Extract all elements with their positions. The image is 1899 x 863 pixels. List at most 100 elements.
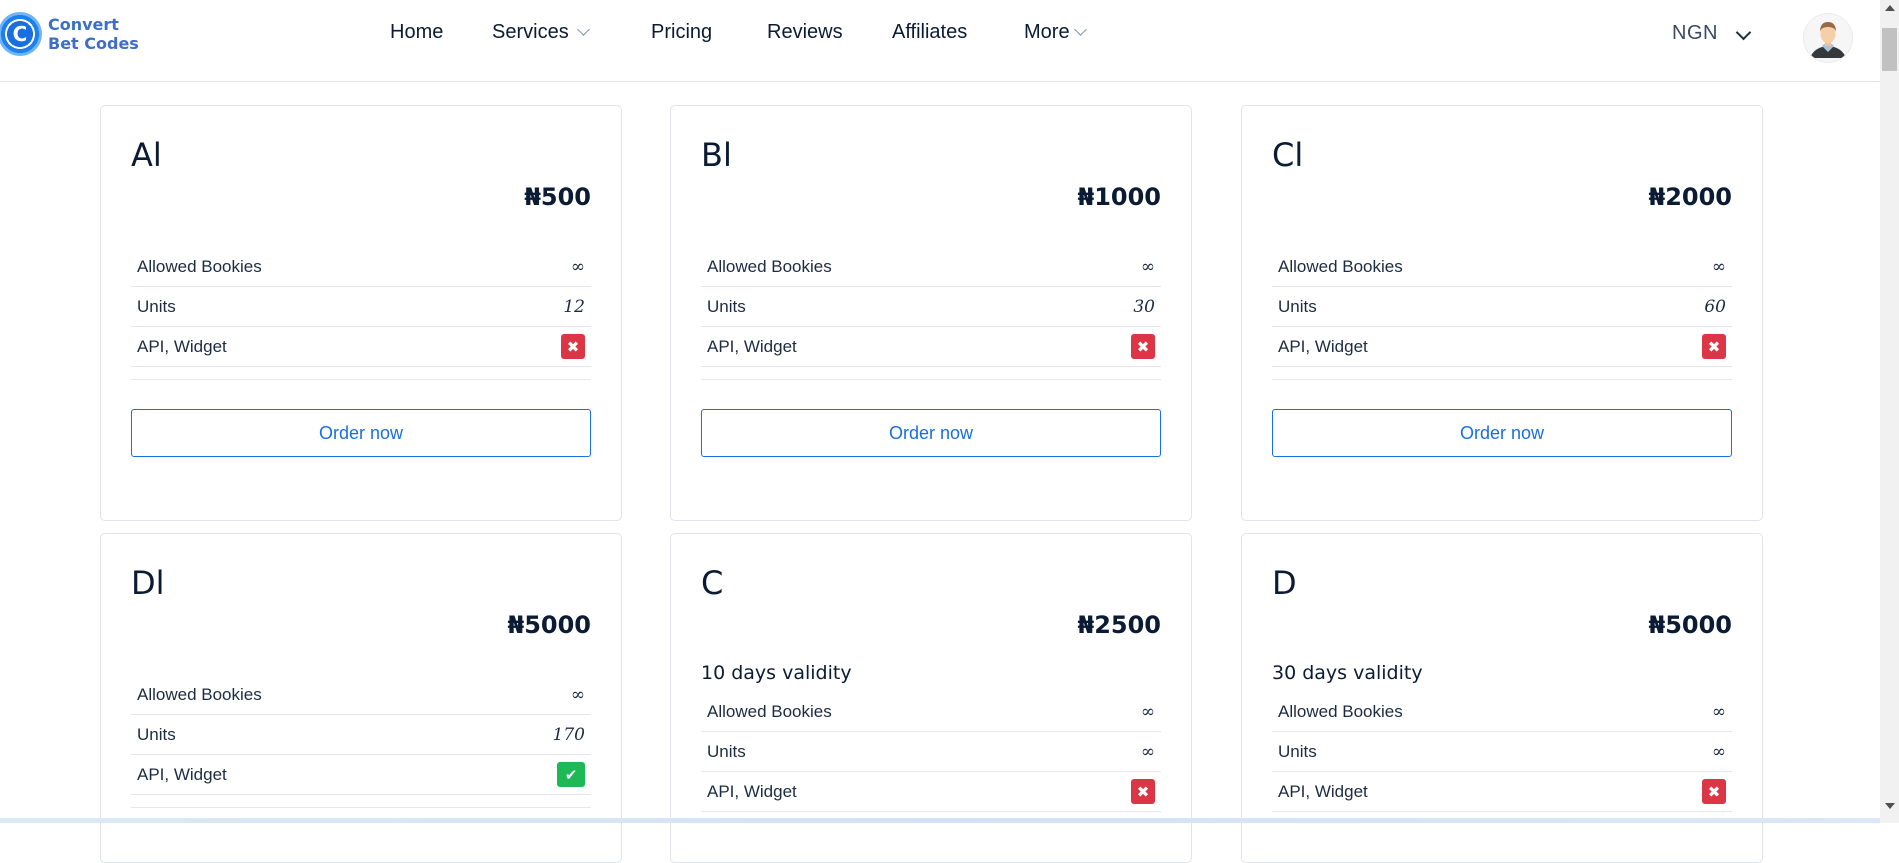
plan-name: Cl — [1272, 136, 1304, 174]
x-mark-icon: ✖ — [561, 334, 585, 359]
plan-name: Al — [131, 136, 162, 174]
feature-row: API, Widget ✖ — [1272, 772, 1732, 812]
x-mark-icon: ✖ — [1702, 779, 1726, 804]
feature-row: Units 12 — [131, 287, 591, 327]
feature-label: Allowed Bookies — [1278, 256, 1403, 276]
feature-row: API, Widget ✔ — [131, 755, 591, 795]
plan-name: C — [701, 564, 724, 602]
feature-label: Units — [137, 296, 176, 316]
feature-list: Allowed Bookies ∞ Units 170 API, Widget ✔ — [131, 675, 591, 808]
chevron-down-icon — [576, 23, 590, 36]
feature-label: Units — [1278, 296, 1317, 316]
plan-price: ₦1000 — [1077, 183, 1162, 211]
feature-label: Allowed Bookies — [1278, 701, 1403, 721]
order-now-button[interactable]: Order now — [131, 409, 591, 457]
feature-label: API, Widget — [707, 781, 797, 801]
nav-affiliates[interactable]: Affiliates — [892, 21, 967, 44]
feature-row: Units ∞ — [1272, 732, 1732, 772]
chevron-down-icon — [1073, 23, 1087, 36]
infinity-icon: ∞ — [1140, 741, 1155, 762]
feature-row: Units 60 — [1272, 287, 1732, 327]
nav-pricing-label: Pricing — [651, 21, 713, 43]
currency-select[interactable]: NGN — [1672, 22, 1718, 45]
order-now-button[interactable]: Order now — [701, 409, 1161, 457]
user-avatar[interactable] — [1803, 13, 1853, 63]
feature-value: 30 — [1133, 296, 1155, 317]
feature-value: 60 — [1704, 296, 1726, 317]
plan-price: ₦2500 — [1077, 611, 1162, 639]
plan-validity: 10 days validity — [701, 662, 852, 684]
user-avatar-icon — [1810, 22, 1846, 58]
feature-row: Allowed Bookies ∞ — [701, 247, 1161, 287]
feature-row: API, Widget ✖ — [701, 327, 1161, 367]
bottom-edge-bar — [0, 818, 1880, 823]
infinity-icon: ∞ — [1711, 741, 1726, 762]
feature-label: Units — [707, 741, 746, 761]
chevron-down-icon[interactable] — [1735, 24, 1752, 41]
nav-affiliates-label: Affiliates — [892, 21, 968, 43]
x-mark-icon: ✖ — [1131, 779, 1155, 804]
divider — [131, 795, 591, 808]
feature-label: Allowed Bookies — [707, 256, 832, 276]
nav-reviews-label: Reviews — [767, 21, 843, 43]
infinity-icon: ∞ — [1140, 256, 1155, 277]
brand-logo[interactable]: C Convert Bet Codes — [0, 10, 139, 58]
plan-card-bl: Bl ₦1000 Allowed Bookies ∞ Units 30 API, W… — [670, 105, 1192, 521]
vertical-scrollbar[interactable] — [1880, 0, 1899, 823]
feature-label: API, Widget — [1278, 336, 1368, 356]
feature-label: Allowed Bookies — [137, 684, 262, 704]
feature-row: Units 30 — [701, 287, 1161, 327]
plan-card-c: C ₦2500 10 days validity Allowed Bookies… — [670, 533, 1192, 863]
nav-pricing[interactable]: Pricing — [651, 21, 712, 44]
feature-label: API, Widget — [137, 764, 227, 784]
logo-mark-icon: C — [0, 12, 42, 56]
brand-name-line2: Bet Codes — [48, 34, 139, 53]
plan-card-al: Al ₦500 Allowed Bookies ∞ Units 12 API, Wi… — [100, 105, 622, 521]
infinity-icon: ∞ — [1711, 701, 1726, 722]
scroll-down-arrow-icon[interactable] — [1885, 803, 1895, 809]
divider — [131, 367, 591, 380]
nav-more-label: More — [1024, 21, 1070, 43]
feature-value: 170 — [552, 724, 585, 745]
nav-services[interactable]: Services — [492, 21, 590, 44]
feature-row: Allowed Bookies ∞ — [701, 692, 1161, 732]
order-now-button[interactable]: Order now — [1272, 409, 1732, 457]
plan-card-d: D ₦5000 30 days validity Allowed Bookies… — [1241, 533, 1763, 863]
brand-name: Convert Bet Codes — [48, 15, 139, 53]
plan-card-dl: Dl ₦5000 Allowed Bookies ∞ Units 170 API, … — [100, 533, 622, 863]
plan-name: D — [1272, 564, 1297, 602]
feature-label: Allowed Bookies — [137, 256, 262, 276]
feature-row: Allowed Bookies ∞ — [1272, 692, 1732, 732]
x-mark-icon: ✖ — [1131, 334, 1155, 359]
feature-row: Allowed Bookies ∞ — [1272, 247, 1732, 287]
feature-list: Allowed Bookies ∞ Units 30 API, Widget ✖ — [701, 247, 1161, 380]
scroll-up-arrow-icon[interactable] — [1885, 5, 1895, 11]
feature-list: Allowed Bookies ∞ Units ∞ API, Widget ✖ — [701, 692, 1161, 812]
feature-label: API, Widget — [1278, 781, 1368, 801]
logo-mark-letter: C — [12, 22, 28, 46]
feature-list: Allowed Bookies ∞ Units 12 API, Widget ✖ — [131, 247, 591, 380]
feature-row: Allowed Bookies ∞ — [131, 247, 591, 287]
feature-label: Units — [137, 724, 176, 744]
divider — [1272, 367, 1732, 380]
feature-label: Units — [707, 296, 746, 316]
infinity-icon: ∞ — [1711, 256, 1726, 277]
feature-label: API, Widget — [707, 336, 797, 356]
nav-reviews[interactable]: Reviews — [767, 21, 843, 44]
nav-services-label: Services — [492, 21, 569, 43]
feature-label: Units — [1278, 741, 1317, 761]
plan-price: ₦5000 — [1648, 611, 1733, 639]
currency-value: NGN — [1672, 22, 1718, 44]
feature-value: 12 — [563, 296, 585, 317]
feature-list: Allowed Bookies ∞ Units 60 API, Widget ✖ — [1272, 247, 1732, 380]
nav-more[interactable]: More — [1024, 21, 1087, 44]
scrollbar-thumb[interactable] — [1882, 28, 1897, 71]
plan-name: Bl — [701, 136, 732, 174]
plan-price: ₦2000 — [1648, 183, 1733, 211]
divider — [701, 367, 1161, 380]
feature-row: API, Widget ✖ — [1272, 327, 1732, 367]
brand-name-line1: Convert — [48, 15, 119, 34]
infinity-icon: ∞ — [570, 256, 585, 277]
nav-home[interactable]: Home — [390, 21, 443, 44]
feature-list: Allowed Bookies ∞ Units ∞ API, Widget ✖ — [1272, 692, 1732, 812]
